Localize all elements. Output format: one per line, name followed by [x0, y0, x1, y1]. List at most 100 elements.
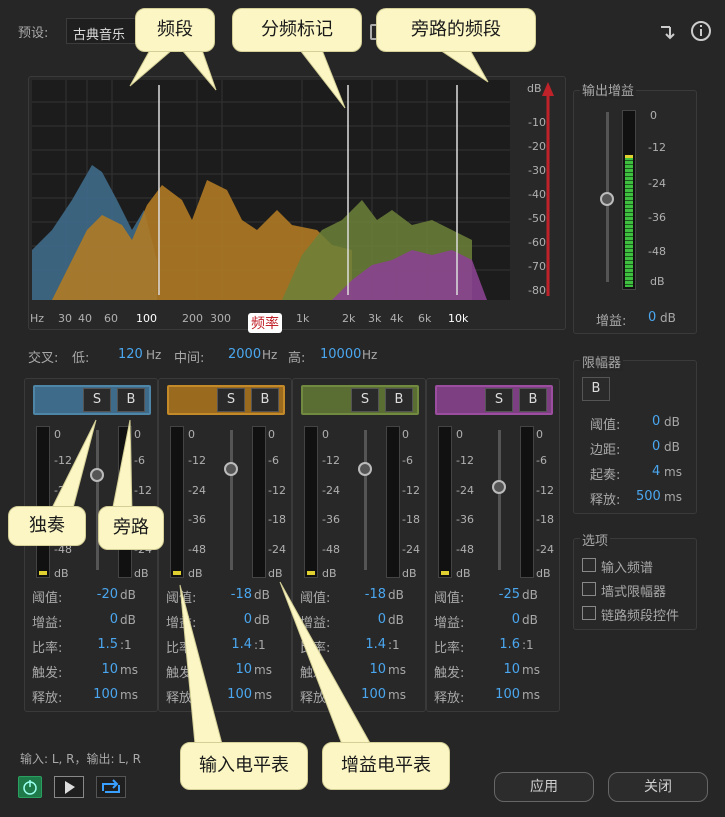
solo-button[interactable]: S — [485, 388, 513, 412]
input-meter-tick: dB — [456, 567, 471, 580]
band-attack-value[interactable]: 10 — [350, 662, 386, 677]
band-attack-label: 触发: — [434, 666, 465, 681]
apply-button[interactable]: 应用 — [494, 772, 594, 802]
callout-band: 频段 — [135, 8, 215, 52]
freq-tick: 2k — [342, 312, 356, 325]
input-meter-tick: 0 — [54, 428, 61, 441]
band-release-value[interactable]: 100 — [216, 687, 252, 702]
preset-dropdown[interactable]: 古典音乐 — [66, 18, 146, 44]
band-gain-value[interactable]: 0 — [350, 612, 386, 627]
callout-gain-meter: 增益电平表 — [322, 742, 450, 790]
band-threshold-value[interactable]: -25 — [484, 587, 520, 602]
band-release-value[interactable]: 100 — [484, 687, 520, 702]
band-threshold-label: 阈值: — [32, 591, 63, 606]
input-meter-tick: -12 — [456, 454, 474, 467]
band-attack-label: 触发: — [166, 666, 197, 681]
output-meter-tick: dB — [650, 275, 665, 288]
input-meter-tick: -24 — [322, 484, 340, 497]
band-threshold-value[interactable]: -18 — [216, 587, 252, 602]
band-threshold-label: 阈值: — [434, 591, 465, 606]
band-ratio-value[interactable]: 1.4 — [350, 637, 386, 652]
input-spectrum-checkbox[interactable] — [582, 558, 596, 572]
loop-icon — [102, 779, 120, 793]
brickwall-limiter-checkbox[interactable] — [582, 582, 596, 596]
band-ratio-value[interactable]: 1.5 — [82, 637, 118, 652]
band-release-value[interactable]: 100 — [82, 687, 118, 702]
loop-button[interactable] — [96, 776, 126, 798]
band-threshold-slider-knob[interactable] — [90, 468, 104, 482]
input-meter-tick: -36 — [188, 513, 206, 526]
band-threshold-slider-track[interactable] — [96, 430, 99, 570]
band-gain-label: 增益: — [300, 616, 331, 631]
band-threshold-value[interactable]: -20 — [82, 587, 118, 602]
input-spectrum-label: 输入频谱 — [601, 561, 654, 576]
link-band-controls-label: 链路频段控件 — [601, 609, 680, 624]
band-ratio-value[interactable]: 1.6 — [484, 637, 520, 652]
input-meter-tick: -36 — [322, 513, 340, 526]
band-gain-unit: dB — [254, 613, 270, 627]
band-gain-value[interactable]: 0 — [82, 612, 118, 627]
band-ratio-label: 比率: — [434, 641, 465, 656]
band-attack-value[interactable]: 10 — [216, 662, 252, 677]
solo-button[interactable]: S — [83, 388, 111, 412]
output-meter-tick: -12 — [648, 141, 666, 154]
info-icon[interactable] — [690, 20, 712, 42]
band-attack-value[interactable]: 10 — [484, 662, 520, 677]
gain-meter-tick: -12 — [268, 484, 286, 497]
output-gain-slider-knob[interactable] — [600, 192, 614, 206]
band-attack-unit: ms — [254, 663, 272, 677]
limiter-threshold-value[interactable]: 0 — [652, 414, 660, 429]
band-release-unit: ms — [388, 688, 406, 702]
bypass-button[interactable]: B — [117, 388, 145, 412]
input-meter-tick: 0 — [322, 428, 329, 441]
band-gain-value[interactable]: 0 — [216, 612, 252, 627]
band-gain-value[interactable]: 0 — [484, 612, 520, 627]
output-gain-value[interactable]: 0 — [648, 310, 656, 325]
limiter-release-value[interactable]: 500 — [636, 489, 661, 504]
link-band-controls-checkbox[interactable] — [582, 606, 596, 620]
spectrum-graph[interactable] — [32, 80, 510, 300]
power-toggle[interactable] — [18, 776, 42, 798]
bypass-button[interactable]: B — [385, 388, 413, 412]
input-meter-tick: 0 — [188, 428, 195, 441]
band-ratio-value[interactable]: 1.4 — [216, 637, 252, 652]
gain-reduction-meter — [252, 426, 266, 578]
callout-bypassed-band: 旁路的频段 — [376, 8, 536, 52]
band-threshold-value[interactable]: -18 — [350, 587, 386, 602]
callout-bypass: 旁路 — [98, 506, 164, 550]
band-threshold-slider-track[interactable] — [498, 430, 501, 570]
solo-button[interactable]: S — [217, 388, 245, 412]
routing-icon[interactable] — [658, 22, 680, 42]
callout-solo: 独奏 — [8, 506, 86, 546]
close-button[interactable]: 关闭 — [608, 772, 708, 802]
bypass-button[interactable]: B — [519, 388, 547, 412]
db-unit-label: dB — [527, 82, 542, 95]
crossover-low-value[interactable]: 120 — [118, 347, 143, 362]
output-meter-tick: -48 — [648, 245, 666, 258]
crossover-low-unit: Hz — [146, 348, 162, 362]
band-release-label: 释放: — [300, 691, 331, 706]
input-meter-tick: -48 — [456, 543, 474, 556]
play-button[interactable] — [54, 776, 84, 798]
crossover-high-value[interactable]: 10000 — [320, 347, 361, 362]
gain-meter-tick: dB — [268, 567, 283, 580]
band-threshold-slider-knob[interactable] — [224, 462, 238, 476]
limiter-attack-unit: ms — [664, 465, 682, 479]
band-threshold-slider-track[interactable] — [364, 430, 367, 570]
bypass-button[interactable]: B — [251, 388, 279, 412]
gain-reduction-meter — [118, 426, 132, 578]
band-release-value[interactable]: 100 — [350, 687, 386, 702]
crossover-mid-value[interactable]: 2000 — [228, 347, 261, 362]
solo-button[interactable]: S — [351, 388, 379, 412]
band-attack-value[interactable]: 10 — [82, 662, 118, 677]
band-threshold-slider-track[interactable] — [230, 430, 233, 570]
input-meter-tick: dB — [322, 567, 337, 580]
limiter-bypass-button[interactable]: B — [582, 377, 610, 401]
limiter-attack-value[interactable]: 4 — [652, 464, 660, 479]
band-threshold-unit: dB — [254, 588, 270, 602]
band-threshold-slider-knob[interactable] — [358, 462, 372, 476]
gain-meter-tick: 0 — [268, 428, 275, 441]
limiter-margin-value[interactable]: 0 — [652, 439, 660, 454]
band-threshold-slider-knob[interactable] — [492, 480, 506, 494]
input-meter-tick: -24 — [54, 484, 72, 497]
